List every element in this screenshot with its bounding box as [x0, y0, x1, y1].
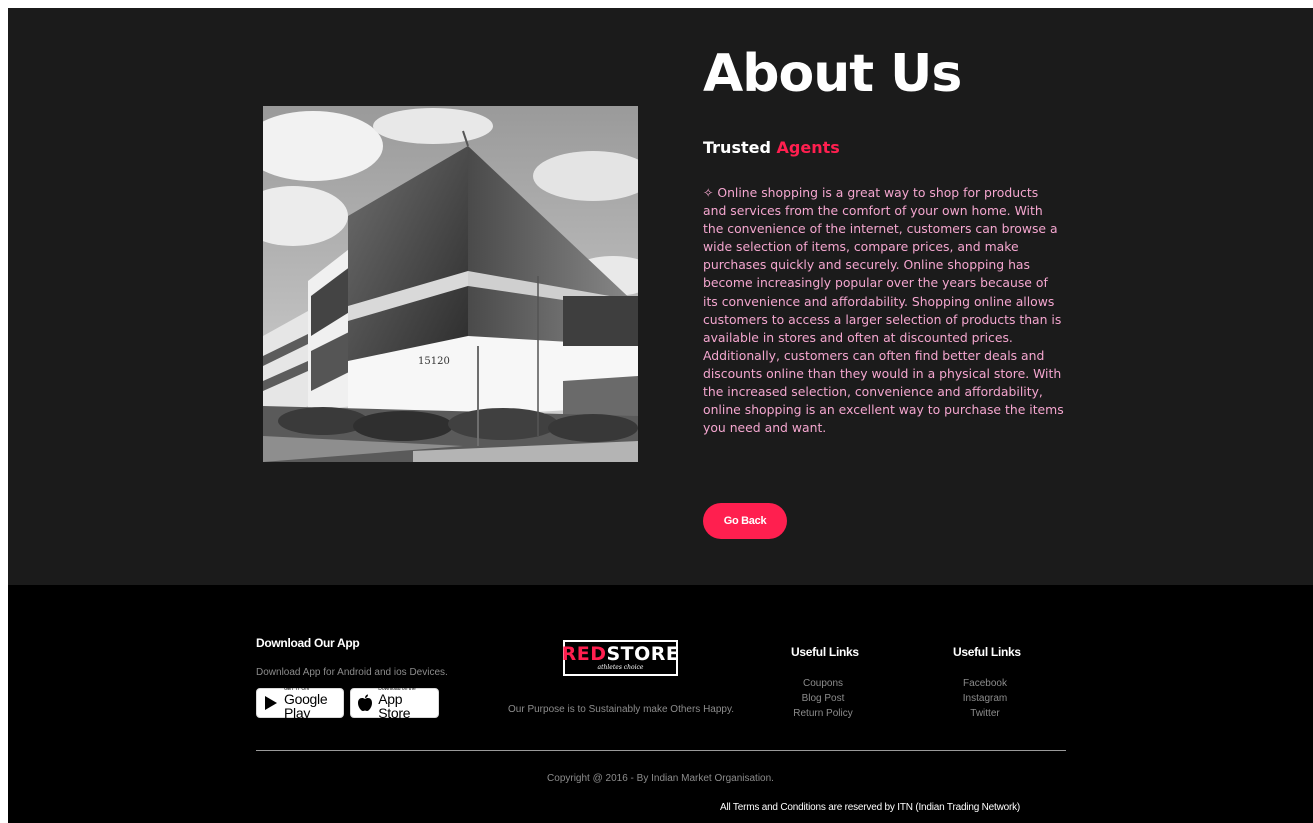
footer-link-facebook[interactable]: Facebook: [925, 676, 1045, 691]
apple-icon: [357, 694, 373, 712]
page: 15120 About Us Trusted Agents ✧ Online s…: [8, 8, 1313, 823]
footer-link-return-policy[interactable]: Return Policy: [763, 706, 883, 721]
google-play-badge[interactable]: GET IT ON Google Play: [256, 686, 344, 721]
building-image: 15120: [263, 106, 638, 462]
google-play-icon: [263, 694, 279, 712]
building-number: 15120: [418, 356, 450, 367]
about-paragraph: ✧ Online shopping is a great way to shop…: [703, 185, 1064, 436]
useful-links-title-2: Useful Links: [953, 645, 1021, 659]
logo-tagline: athletes choice: [597, 664, 644, 671]
download-app-text: Download App for Android and ios Devices…: [256, 667, 448, 678]
about-section: 15120 About Us Trusted Agents ✧ Online s…: [8, 8, 1313, 585]
section-subtitle: Trusted Agents: [703, 140, 840, 156]
footer-link-blog-post[interactable]: Blog Post: [763, 691, 883, 706]
footer-link-instagram[interactable]: Instagram: [925, 691, 1045, 706]
footer-divider: [256, 750, 1066, 751]
footer-link-coupons[interactable]: Coupons: [763, 676, 883, 691]
terms-text: All Terms and Conditions are reserved by…: [720, 802, 1021, 813]
building-illustration: 15120: [263, 106, 638, 462]
useful-links-list-2: Facebook Instagram Twitter: [925, 676, 1045, 721]
subtitle-white: Trusted: [703, 138, 771, 157]
download-app-title: Download Our App: [256, 636, 360, 650]
subtitle-accent: Agents: [776, 138, 840, 157]
app-store-badge[interactable]: Download on the App Store: [350, 686, 439, 721]
useful-links-title-1: Useful Links: [791, 645, 859, 659]
footer-link-twitter[interactable]: Twitter: [925, 706, 1045, 721]
logo-white: STORE: [606, 643, 680, 665]
redstore-logo: REDSTORE athletes choice: [561, 640, 680, 676]
footer: Download Our App Download App for Androi…: [8, 585, 1313, 823]
page-title: About Us: [703, 44, 962, 104]
google-play-label: Google Play: [284, 690, 328, 721]
logo-red: RED: [561, 643, 607, 665]
useful-links-list-1: Coupons Blog Post Return Policy: [763, 676, 883, 721]
app-store-label: App Store: [378, 690, 411, 721]
go-back-button[interactable]: Go Back: [703, 503, 787, 539]
copyright-text: Copyright @ 2016 - By Indian Market Orga…: [547, 773, 774, 784]
purpose-text: Our Purpose is to Sustainably make Other…: [508, 704, 735, 715]
